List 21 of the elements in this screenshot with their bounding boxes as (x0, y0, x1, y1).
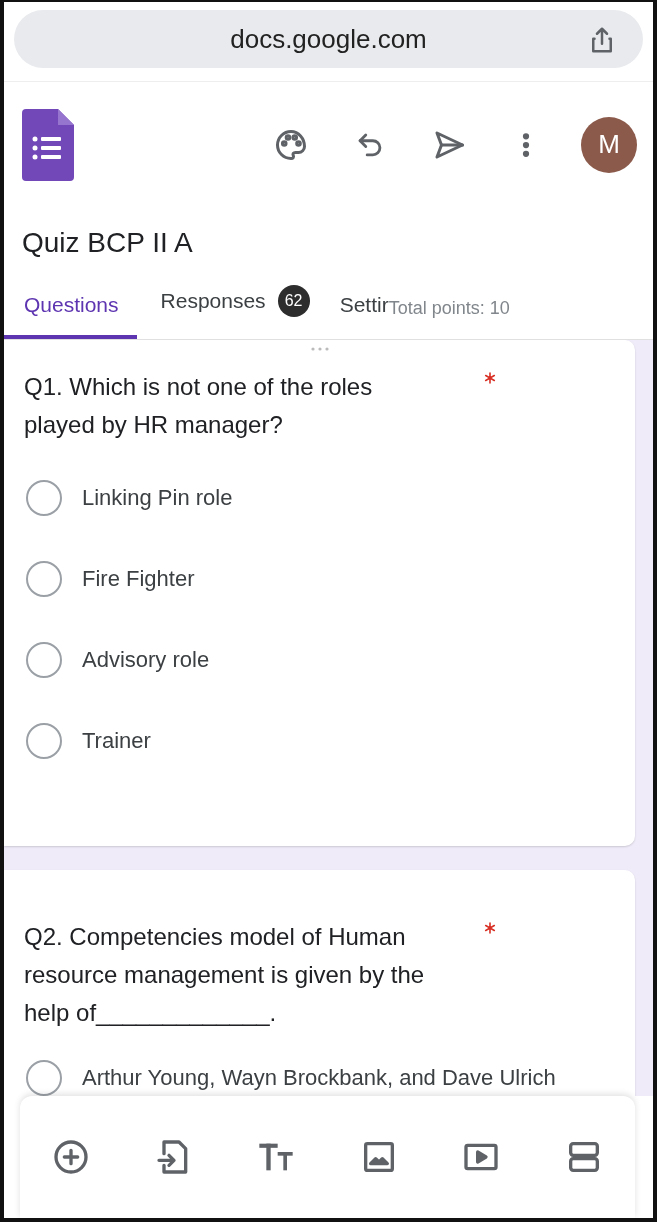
question-text: Q2. Competencies model of Human resource management is given by the help of_____________. (24, 922, 426, 1028)
option-label: Arthur Young, Wayn Brockbank, and Dave Ulrich (82, 1065, 556, 1091)
radio-button[interactable] (26, 723, 62, 759)
radio-button[interactable] (26, 561, 62, 597)
option-label: Advisory role (82, 647, 210, 673)
tab[interactable]: Responses 62 (160, 285, 310, 339)
url-text: docs.google.com (230, 23, 427, 55)
option-label: Trainer (82, 728, 151, 754)
option-label: Fire Fighter (82, 566, 195, 592)
radio-button[interactable] (26, 480, 62, 516)
count-badge: 62 (277, 285, 310, 317)
avatar[interactable]: M (581, 116, 637, 173)
forms-logo-icon[interactable] (22, 108, 74, 181)
form-title: Quiz BCP II A (21, 226, 194, 260)
drag-handle-icon[interactable] (309, 346, 330, 352)
option-label: Linking Pin role (82, 485, 233, 511)
total-points: Total points: 10 (388, 298, 510, 320)
question-text: Q1. Which is not one of the roles played by HR manager? (24, 372, 374, 440)
radio-button[interactable] (26, 642, 62, 678)
tab[interactable]: Settir (339, 293, 389, 339)
address-bar[interactable]: docs.google.com (14, 10, 643, 68)
